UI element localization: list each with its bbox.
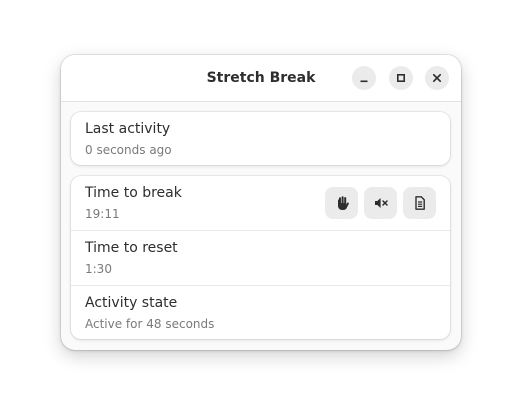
- header-bar: Stretch Break: [61, 55, 461, 102]
- last-activity-row: Last activity 0 seconds ago: [71, 112, 450, 166]
- close-icon: [432, 73, 442, 83]
- time-to-break-value: 19:11: [85, 207, 120, 221]
- app-window: Stretch Break Last activity 0 seconds ag…: [61, 55, 461, 350]
- last-activity-label: Last activity: [85, 121, 171, 137]
- time-to-break-row: Time to break 19:11: [71, 176, 450, 230]
- maximize-icon: [396, 73, 406, 83]
- activity-state-label: Activity state: [85, 295, 178, 311]
- last-activity-card: Last activity 0 seconds ago: [71, 112, 450, 165]
- take-break-button[interactable]: [325, 187, 358, 219]
- maximize-button[interactable]: [389, 66, 413, 90]
- minimize-icon: [360, 80, 368, 83]
- minimize-button[interactable]: [352, 66, 376, 90]
- speaker-muted-icon: [374, 198, 388, 208]
- status-card: Time to break 19:11 Time to reset 1:30 A…: [71, 176, 450, 339]
- time-to-reset-row: Time to reset 1:30: [71, 230, 450, 285]
- time-to-break-label: Time to break: [85, 185, 182, 201]
- activity-state-row: Activity state Active for 48 seconds: [71, 285, 450, 340]
- mute-button[interactable]: [364, 187, 397, 219]
- last-activity-value: 0 seconds ago: [85, 143, 172, 157]
- time-to-reset-label: Time to reset: [85, 240, 178, 256]
- document-icon: [414, 196, 425, 210]
- time-to-reset-value: 1:30: [85, 262, 112, 276]
- log-button[interactable]: [403, 187, 436, 219]
- activity-state-value: Active for 48 seconds: [85, 317, 215, 331]
- close-button[interactable]: [425, 66, 449, 90]
- hand-icon: [337, 196, 349, 211]
